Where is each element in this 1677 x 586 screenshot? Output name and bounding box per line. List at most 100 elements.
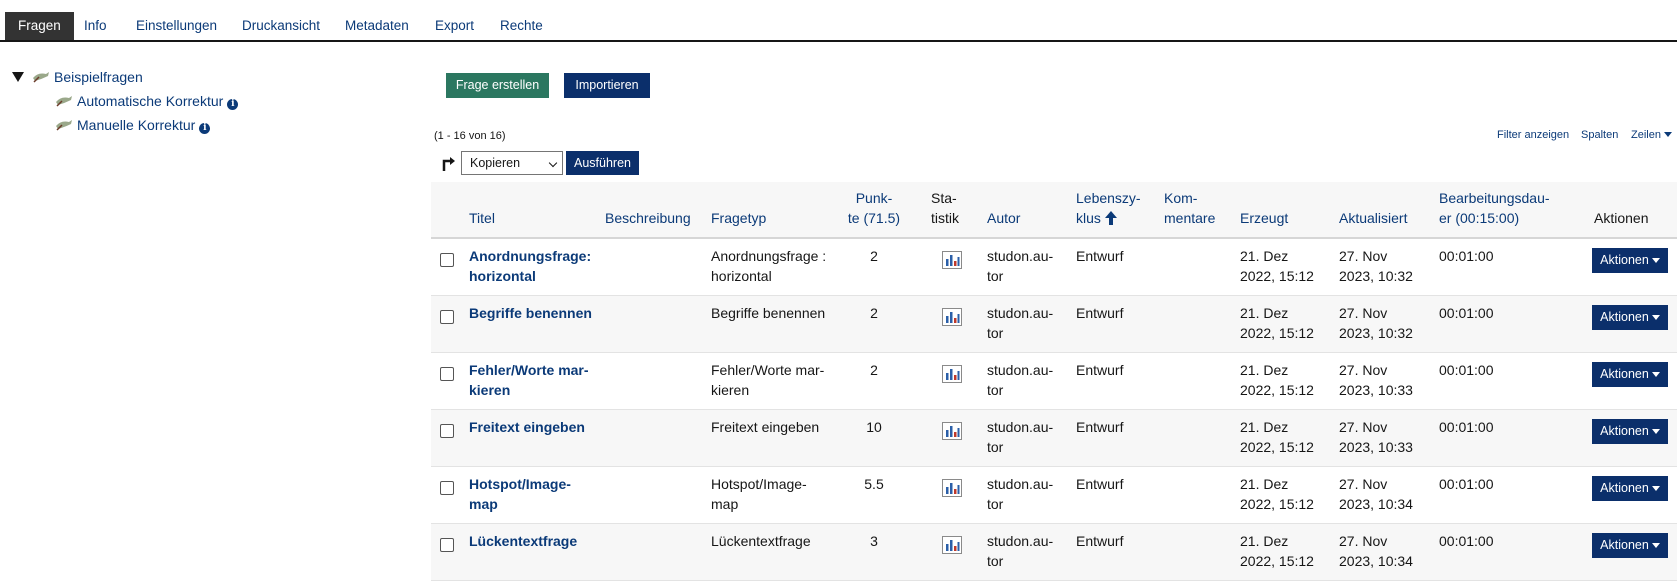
question-updated: 27. Nov 2023, 10:34: [1339, 474, 1413, 514]
row-checkbox[interactable]: [440, 310, 454, 324]
title-line2[interactable]: map: [469, 496, 498, 512]
created-line1: 21. Dez: [1240, 362, 1289, 378]
updated-line2: 2023, 10:32: [1339, 325, 1413, 341]
tab-export[interactable]: Export: [422, 12, 487, 40]
col-kommentare-line2: mentare: [1164, 210, 1216, 226]
col-aktualisiert[interactable]: Aktualisiert: [1339, 208, 1407, 228]
actions-dropdown-button[interactable]: Aktionen: [1592, 305, 1668, 330]
tree-item-automatische-korrektur[interactable]: Automatische Korrektur i: [55, 91, 239, 111]
col-kommentare[interactable]: Kom-mentare: [1164, 188, 1215, 228]
row-checkbox[interactable]: [440, 367, 454, 381]
statistics-icon[interactable]: [942, 308, 962, 326]
title-line1[interactable]: Begriffe benennen: [469, 305, 592, 321]
col-statistik: Sta-tistik: [931, 188, 959, 228]
created-line2: 2022, 15:12: [1240, 268, 1314, 284]
tree-item-manuelle-korrektur[interactable]: Manuelle Korrektur i: [55, 115, 211, 135]
filter-toggle-link[interactable]: Filter anzeigen: [1497, 129, 1569, 141]
question-title-link[interactable]: Anordnungsfrage: horizontal: [469, 246, 591, 286]
updated-line1: 27. Nov: [1339, 419, 1388, 435]
tab-metadaten[interactable]: Metadaten: [332, 12, 422, 40]
tree-item-label[interactable]: Automatische Korrektur: [77, 93, 223, 109]
question-duration: 00:01:00: [1439, 419, 1494, 435]
question-author: studon.au-tor: [987, 474, 1053, 514]
created-line1: 21. Dez: [1240, 305, 1289, 321]
chevron-down-icon: [1651, 429, 1660, 434]
col-beschreibung[interactable]: Beschreibung: [605, 208, 691, 228]
table-row: Anordnungsfrage: horizontal Anordnungsfrag…: [431, 239, 1677, 296]
actions-dropdown-button[interactable]: Aktionen: [1592, 248, 1668, 273]
question-title-link[interactable]: Fehler/Worte mar-kieren: [469, 360, 589, 400]
col-bearbeitungsdauer[interactable]: Bearbeitungsdau-er (00:15:00): [1439, 188, 1550, 228]
question-title-link[interactable]: Freitext eingeben: [469, 417, 585, 437]
question-title-link[interactable]: Hotspot/Image-map: [469, 474, 571, 514]
question-points: 2: [870, 362, 878, 378]
title-line1[interactable]: Lückentextfrage: [469, 533, 577, 549]
created-line1: 21. Dez: [1240, 476, 1289, 492]
tree-root-label[interactable]: Beispielfragen: [54, 69, 143, 85]
type-line1: Begriffe benennen: [711, 305, 826, 321]
collapse-toggle-icon[interactable]: [12, 72, 24, 82]
actions-label: Aktionen: [1600, 367, 1649, 381]
title-line2[interactable]: kieren: [469, 382, 510, 398]
sort-ascending-icon: [1104, 211, 1117, 225]
updated-line1: 27. Nov: [1339, 305, 1388, 321]
col-fragetyp[interactable]: Fragetyp: [711, 208, 766, 228]
created-line2: 2022, 15:12: [1240, 439, 1314, 455]
actions-dropdown-button[interactable]: Aktionen: [1592, 362, 1668, 387]
title-line1[interactable]: Fehler/Worte mar-: [469, 362, 589, 378]
statistics-icon[interactable]: [942, 536, 962, 554]
chevron-down-icon: [1651, 315, 1660, 320]
col-erzeugt[interactable]: Erzeugt: [1240, 208, 1288, 228]
tab-einstellungen[interactable]: Einstellungen: [123, 12, 230, 40]
col-autor[interactable]: Autor: [987, 208, 1020, 228]
info-icon[interactable]: i: [199, 123, 211, 134]
execute-button[interactable]: Ausführen: [566, 151, 639, 175]
question-created: 21. Dez 2022, 15:12: [1240, 417, 1314, 457]
row-checkbox[interactable]: [440, 253, 454, 267]
col-titel[interactable]: Titel: [469, 208, 495, 228]
actions-dropdown-button[interactable]: Aktionen: [1592, 533, 1668, 558]
actions-dropdown-button[interactable]: Aktionen: [1592, 419, 1668, 444]
title-line1[interactable]: Anordnungsfrage:: [469, 248, 591, 264]
columns-dropdown[interactable]: Spalten: [1581, 129, 1618, 141]
title-line1[interactable]: Hotspot/Image-: [469, 476, 571, 492]
updated-line2: 2023, 10:32: [1339, 268, 1413, 284]
tree-item-label[interactable]: Manuelle Korrektur: [77, 117, 195, 133]
question-title-link[interactable]: Begriffe benennen: [469, 303, 592, 323]
actions-label: Aktionen: [1600, 481, 1649, 495]
title-line2[interactable]: horizontal: [469, 268, 536, 284]
statistics-icon[interactable]: [942, 365, 962, 383]
question-author: studon.au-tor: [987, 303, 1053, 343]
type-line2: map: [711, 496, 739, 512]
tree-root[interactable]: Beispielfragen: [32, 67, 143, 87]
actions-dropdown-button[interactable]: Aktionen: [1592, 476, 1668, 501]
updated-line2: 2023, 10:34: [1339, 496, 1413, 512]
type-line2: horizontal: [711, 268, 772, 284]
question-updated: 27. Nov 2023, 10:33: [1339, 417, 1413, 457]
statistics-icon[interactable]: [942, 422, 962, 440]
import-button[interactable]: Importieren: [564, 73, 650, 98]
statistics-icon[interactable]: [942, 479, 962, 497]
tab-druckansicht[interactable]: Druckansicht: [229, 12, 333, 40]
question-title-link[interactable]: Lückentextfrage: [469, 531, 577, 551]
row-checkbox[interactable]: [440, 424, 454, 438]
row-checkbox[interactable]: [440, 481, 454, 495]
author-line1: studon.au-: [987, 305, 1054, 321]
row-checkbox[interactable]: [440, 538, 454, 552]
col-lebenszyklus[interactable]: Lebenszy-klus: [1076, 188, 1141, 228]
bulk-action-select[interactable]: Kopieren: [461, 151, 563, 175]
col-punkte[interactable]: Punk-te (71.5): [839, 188, 909, 228]
tab-rechte[interactable]: Rechte: [487, 12, 556, 40]
question-type: Lückentextfrage: [711, 531, 811, 551]
create-question-button[interactable]: Frage erstellen: [446, 73, 549, 98]
rows-dropdown[interactable]: Zeilen: [1631, 129, 1672, 141]
tab-info[interactable]: Info: [71, 12, 120, 40]
question-points: 2: [870, 248, 878, 264]
title-line1[interactable]: Freitext eingeben: [469, 419, 585, 435]
question-created: 21. Dez 2022, 15:12: [1240, 246, 1314, 286]
statistics-icon[interactable]: [942, 251, 962, 269]
info-icon[interactable]: i: [227, 99, 239, 110]
question-points: 10: [866, 419, 882, 435]
updated-line2: 2023, 10:33: [1339, 382, 1413, 398]
tab-fragen[interactable]: Fragen: [5, 12, 74, 40]
